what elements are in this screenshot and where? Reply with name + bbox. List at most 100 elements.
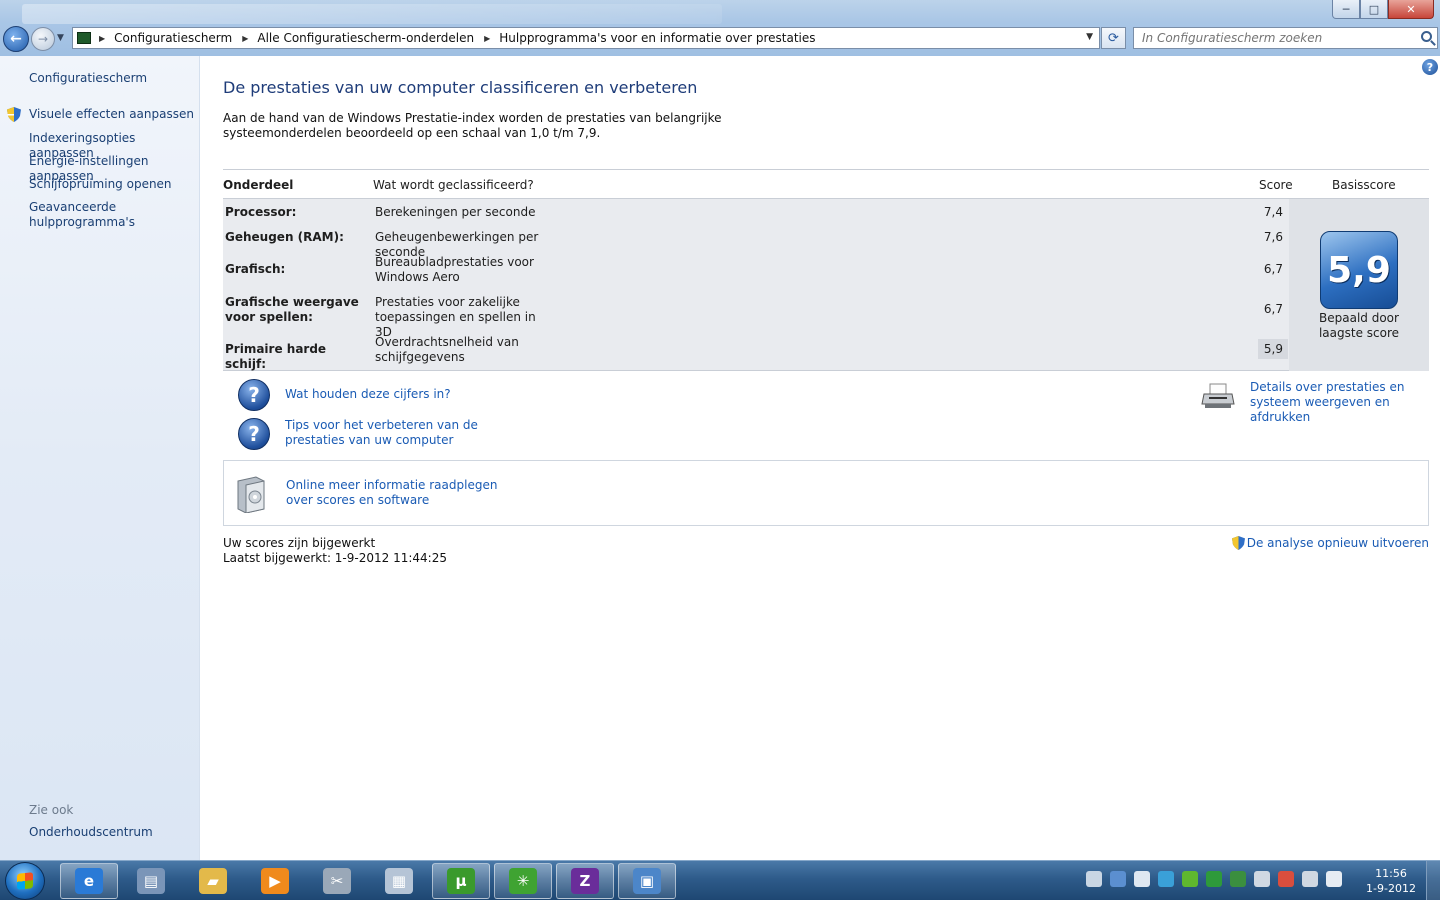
software-box-icon [237, 476, 265, 513]
base-score-badge: 5,9 [1320, 231, 1398, 309]
show-desktop-button[interactable] [1426, 861, 1440, 900]
component-description: Berekeningen per seconde [375, 205, 536, 219]
taskbar-app-snipping-tool[interactable]: ✂ [308, 863, 366, 899]
breadcrumb-performance[interactable]: Hulpprogramma's voor en informatie over … [499, 31, 815, 45]
tray-icon[interactable] [1134, 871, 1150, 887]
back-button[interactable]: ← [3, 26, 29, 52]
component-name: Geheugen (RAM): [225, 230, 344, 244]
table-body: Processor: Berekeningen per seconde 7,4 … [223, 199, 1429, 371]
see-also-heading: Zie ook [29, 803, 74, 817]
clock-time: 11:56 [1375, 867, 1407, 880]
control-panel-icon [77, 32, 91, 44]
clock[interactable]: 11:56 1-9-2012 [1366, 866, 1416, 896]
clock-date: 1-9-2012 [1366, 882, 1416, 895]
printer-icon [1201, 383, 1235, 408]
sidebar-item-visual-effects[interactable]: Visuele effecten aanpassen [29, 107, 197, 122]
breadcrumb-all-items[interactable]: Alle Configuratiescherm-onderdelen [257, 31, 474, 45]
header-what: Wat wordt geclassificeerd? [373, 178, 534, 192]
recent-pages-dropdown[interactable]: ▼ [57, 33, 64, 43]
tray-icon[interactable] [1230, 871, 1246, 887]
window-chrome: ─ □ ✕ ← → ▼ ▶ Configuratiescherm ▶ Alle … [0, 0, 1440, 56]
tray-icon[interactable] [1326, 871, 1342, 887]
online-info-link[interactable]: Online meer informatie raadplegen over s… [286, 478, 516, 508]
component-score: 6,7 [1263, 262, 1283, 276]
tray-icon[interactable] [1086, 871, 1102, 887]
question-icon: ? [238, 379, 270, 411]
search-input[interactable] [1142, 31, 1412, 45]
last-updated-timestamp: Laatst bijgewerkt: 1-9-2012 11:44:25 [223, 551, 447, 565]
uac-shield-icon [7, 107, 21, 122]
calculator-icon: ▦ [385, 868, 413, 894]
header-base-score: Basisscore [1332, 178, 1396, 192]
internet-explorer-icon: e [75, 868, 103, 894]
status-updated: Uw scores zijn bijgewerkt [223, 536, 376, 550]
component-name: Grafische weergave voor spellen: [225, 295, 359, 324]
green-app-icon: ✳ [509, 868, 537, 894]
page-title: De prestaties van uw computer classifice… [223, 78, 698, 97]
taskbar-app-media-player[interactable]: ▶ [246, 863, 304, 899]
paper-window-icon: ▤ [137, 868, 165, 894]
tray-icon[interactable] [1158, 871, 1174, 887]
component-name: Grafisch: [225, 262, 286, 276]
component-score: 7,4 [1263, 205, 1283, 219]
sidebar-item-action-center[interactable]: Onderhoudscentrum [29, 825, 197, 840]
taskbar-app-green-app[interactable]: ✳ [494, 863, 552, 899]
taskbar-app-utorrent[interactable]: µ [432, 863, 490, 899]
improve-performance-tips-link[interactable]: Tips voor het verbeteren van de prestati… [285, 418, 515, 448]
maximize-button[interactable]: □ [1360, 0, 1388, 19]
details-print-link[interactable]: Details over prestaties en systeem weerg… [1250, 380, 1435, 425]
forward-button[interactable]: → [31, 27, 55, 51]
close-button[interactable]: ✕ [1388, 0, 1434, 19]
tray-icon[interactable] [1302, 871, 1318, 887]
rerun-label[interactable]: De analyse opnieuw uitvoeren [1247, 536, 1429, 550]
rerun-assessment-link[interactable]: De analyse opnieuw uitvoeren [1231, 536, 1429, 550]
start-button[interactable] [5, 862, 45, 900]
utorrent-icon: µ [447, 868, 475, 894]
minimize-button[interactable]: ─ [1332, 0, 1360, 19]
help-icon[interactable]: ? [1422, 59, 1438, 75]
main-content: ? De prestaties van uw computer classifi… [200, 56, 1440, 860]
search-box[interactable] [1133, 27, 1438, 49]
component-name: Primaire harde schijf: [225, 342, 327, 371]
control-panel-icon: ▣ [633, 868, 661, 894]
sidebar-home-link[interactable]: Configuratiescherm [29, 71, 197, 86]
table-header: Onderdeel Wat wordt geclassificeerd? Sco… [223, 169, 1429, 199]
intro-text: Aan de hand van de Windows Prestatie-ind… [223, 111, 722, 140]
component-description: Bureaubladprestaties voor Windows Aero [375, 255, 534, 284]
taskbar-app-internet-explorer[interactable]: e [60, 863, 118, 899]
status-text: Uw scores zijn bijgewerkt Laatst bijgewe… [223, 536, 447, 566]
explorer-folder-icon: ▰ [199, 868, 227, 894]
what-do-scores-mean-link[interactable]: Wat houden deze cijfers in? [285, 387, 451, 402]
tray-icon[interactable] [1182, 871, 1198, 887]
sidebar-item-disk-cleanup[interactable]: Schijfopruiming openen [29, 177, 197, 192]
online-info-box: Online meer informatie raadplegen over s… [223, 460, 1429, 526]
taskbar-app-control-panel[interactable]: ▣ [618, 863, 676, 899]
address-bar[interactable]: ▶ Configuratiescherm ▶ Alle Configuratie… [72, 27, 1100, 49]
search-icon[interactable] [1421, 31, 1432, 42]
tray-icon[interactable] [1110, 871, 1126, 887]
tray-icon[interactable] [1254, 871, 1270, 887]
left-nav-pane: Configuratiescherm Visuele effecten aanp… [0, 56, 200, 860]
tray-icon[interactable] [1206, 871, 1222, 887]
chevron-right-icon[interactable]: ▶ [99, 34, 105, 43]
taskbar-app-paper-window[interactable]: ▤ [122, 863, 180, 899]
taskbar-app-explorer-folder[interactable]: ▰ [184, 863, 242, 899]
component-description: Overdrachtsnelheid van schijfgegevens [375, 335, 519, 364]
header-score: Score [1259, 178, 1293, 192]
address-dropdown-icon[interactable]: ▼ [1086, 32, 1093, 42]
chevron-right-icon[interactable]: ▶ [484, 34, 490, 43]
component-name: Processor: [225, 205, 297, 219]
chevron-right-icon[interactable]: ▶ [242, 34, 248, 43]
score-table: Onderdeel Wat wordt geclassificeerd? Sco… [223, 169, 1429, 371]
taskbar-app-cpu-z[interactable]: Z [556, 863, 614, 899]
window-controls: ─ □ ✕ [1332, 0, 1434, 19]
header-component: Onderdeel [223, 178, 294, 192]
taskbar-app-calculator[interactable]: ▦ [370, 863, 428, 899]
media-player-icon: ▶ [261, 868, 289, 894]
tray-icon[interactable] [1278, 871, 1294, 887]
breadcrumb-control-panel[interactable]: Configuratiescherm [114, 31, 232, 45]
taskbar: e ▤ ▰ ▶ ✂ ▦ µ ✳ Z ▣ 11:56 1-9-2012 [0, 860, 1440, 900]
title-bar-area [22, 4, 722, 24]
refresh-button[interactable]: ⟳ [1101, 27, 1126, 49]
sidebar-item-advanced-tools[interactable]: Geavanceerde hulpprogramma's [29, 200, 139, 230]
